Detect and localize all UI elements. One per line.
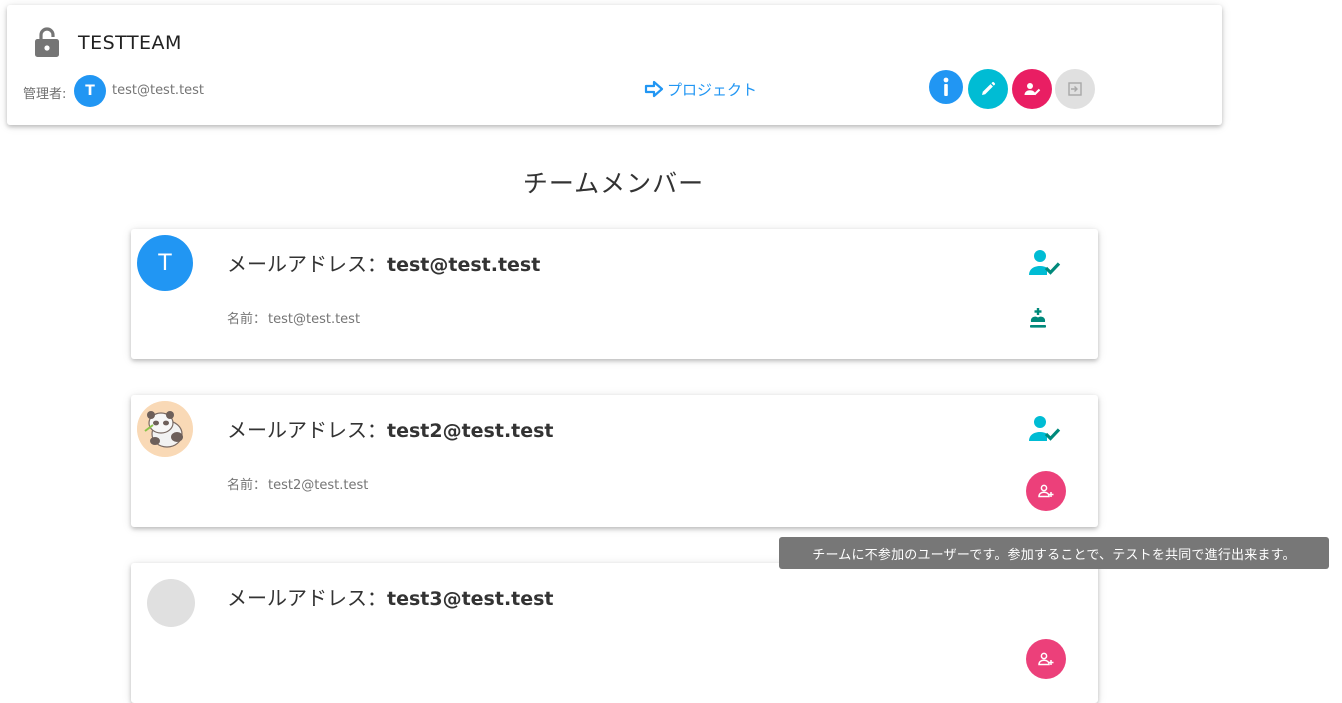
crown-icon	[1030, 308, 1046, 328]
member-email: test@test.test	[387, 254, 541, 276]
admin-avatar: T	[74, 75, 106, 107]
add-user-icon	[1038, 484, 1054, 498]
user-check-icon	[1029, 416, 1061, 441]
member-name: test2@test.test	[268, 478, 369, 493]
leave-team-button[interactable]	[1055, 69, 1095, 109]
member-email: test2@test.test	[387, 420, 554, 442]
panda-avatar-image	[137, 401, 193, 457]
member-card: メールアドレス：test3@test.test	[131, 563, 1098, 703]
email-label: メールアドレス：	[227, 252, 387, 276]
team-name: TESTTEAM	[78, 32, 182, 54]
member-name-line: 名前： test2@test.test	[227, 474, 368, 493]
members-heading: チームメンバー	[522, 169, 705, 198]
info-icon	[943, 77, 949, 96]
member-avatar	[137, 401, 193, 457]
add-user-icon	[1038, 652, 1054, 666]
member-card: T メールアドレス：test@test.test 名前： test@test.te…	[131, 229, 1098, 359]
arrow-right-icon	[644, 80, 664, 98]
email-label: メールアドレス：	[227, 586, 387, 610]
member-email-line: メールアドレス：test3@test.test	[227, 582, 554, 611]
join-team-button[interactable]	[1026, 639, 1066, 679]
member-avatar: T	[137, 235, 193, 291]
member-email-line: メールアドレス：test2@test.test	[227, 414, 554, 443]
pencil-icon	[982, 81, 996, 95]
member-name-line: 名前： test@test.test	[227, 308, 360, 327]
project-link[interactable]: プロジェクト	[644, 77, 757, 101]
admin-email: test@test.test	[112, 83, 205, 98]
name-label: 名前：	[227, 312, 267, 327]
name-label: 名前：	[227, 478, 267, 493]
member-card: メールアドレス：test2@test.test 名前： test2@test.te…	[131, 395, 1098, 527]
email-label: メールアドレス：	[227, 418, 387, 442]
remove-user-button[interactable]	[1012, 69, 1052, 109]
info-button[interactable]	[929, 70, 963, 104]
user-remove-icon	[1024, 83, 1041, 96]
member-name: test@test.test	[268, 312, 361, 327]
lock-open-icon	[35, 27, 59, 57]
member-avatar	[147, 579, 195, 627]
join-tooltip: チームに不参加のユーザーです。参加することで、テストを共同で進行出来ます。	[779, 537, 1329, 569]
member-email-line: メールアドレス：test@test.test	[227, 248, 540, 277]
join-team-button[interactable]	[1026, 471, 1066, 511]
user-check-icon	[1029, 250, 1061, 275]
admin-label: 管理者:	[23, 87, 67, 102]
edit-button[interactable]	[968, 69, 1008, 109]
team-card: TESTTEAM 管理者: T test@test.test プロジェクト	[7, 5, 1222, 125]
member-email: test3@test.test	[387, 588, 554, 610]
project-link-label: プロジェクト	[667, 80, 758, 99]
exit-icon	[1068, 82, 1082, 96]
